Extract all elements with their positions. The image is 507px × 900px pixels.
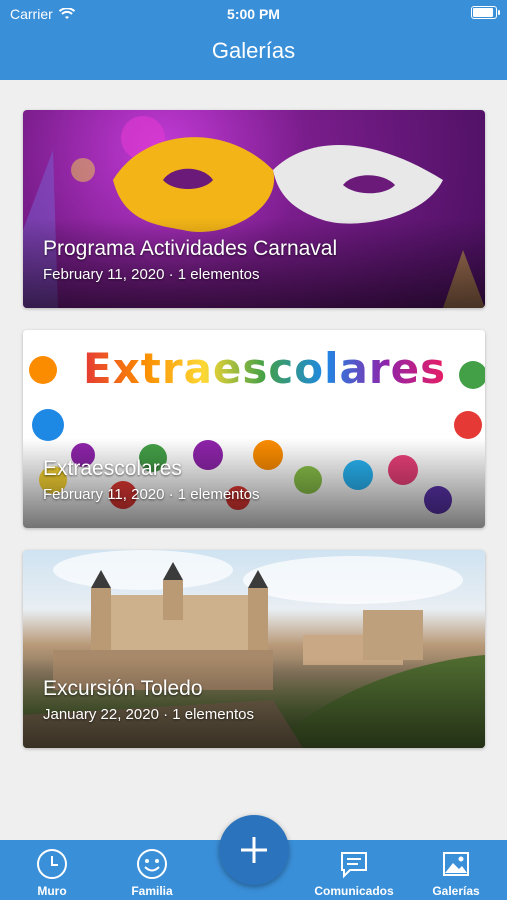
tab-label: Familia [131, 884, 173, 898]
smiley-icon [107, 848, 197, 880]
gallery-card-carnaval[interactable]: Programa Actividades Carnaval February 1… [23, 110, 485, 308]
gallery-list: Programa Actividades Carnaval February 1… [23, 110, 485, 770]
tab-familia[interactable]: Familia [107, 840, 197, 900]
add-button[interactable] [219, 815, 289, 885]
tab-label: Galerías [432, 884, 480, 898]
tab-label: Comunicados [314, 884, 394, 898]
status-time: 5:00 PM [227, 6, 280, 22]
status-bar: Carrier 5:00 PM [0, 0, 507, 28]
gallery-title: Extraescolares [43, 457, 182, 480]
gallery-meta: February 11, 2020 · 1 elementos [43, 266, 260, 283]
gallery-card-toledo[interactable]: Excursión Toledo January 22, 2020 · 1 el… [23, 550, 485, 748]
tab-label: Muro [37, 884, 67, 898]
image-icon [411, 848, 501, 880]
app-header: Carrier 5:00 PM Galerías [0, 0, 507, 80]
tab-galerias[interactable]: Galerías [411, 840, 501, 900]
tab-muro[interactable]: Muro [7, 840, 97, 900]
plus-icon [241, 837, 267, 863]
gallery-title: Excursión Toledo [43, 677, 203, 700]
message-icon [309, 848, 399, 880]
gallery-card-extraescolares[interactable]: Extraescolares Extraescolares February 1… [23, 330, 485, 528]
gallery-title: Programa Actividades Carnaval [43, 237, 338, 260]
app: Carrier 5:00 PM Galerías Programa Activi… [0, 0, 507, 900]
battery-icon [471, 6, 500, 19]
tab-comunicados[interactable]: Comunicados [309, 840, 399, 900]
clock-icon [7, 848, 97, 880]
gallery-meta: February 11, 2020 · 1 elementos [43, 486, 260, 503]
gallery-meta: January 22, 2020 · 1 elementos [43, 706, 254, 723]
page-title: Galerías [211, 38, 296, 63]
